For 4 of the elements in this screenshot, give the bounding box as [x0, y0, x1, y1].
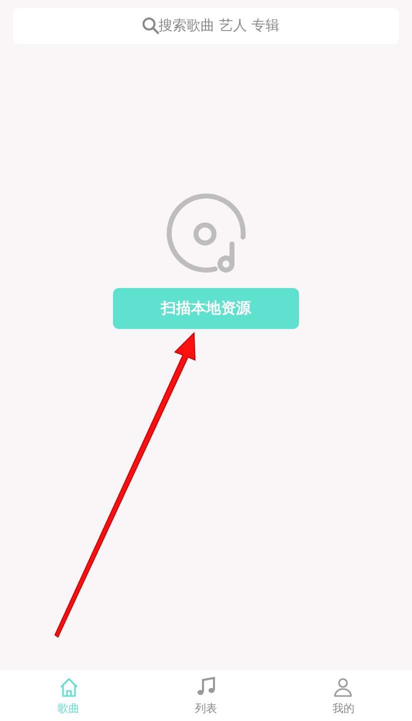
tab[interactable]: 列表	[137, 670, 275, 721]
tab[interactable]: 我的	[274, 670, 412, 721]
search-field[interactable]: 搜索歌曲 艺人 专辑	[13, 8, 399, 44]
disc-note-icon	[165, 193, 247, 275]
